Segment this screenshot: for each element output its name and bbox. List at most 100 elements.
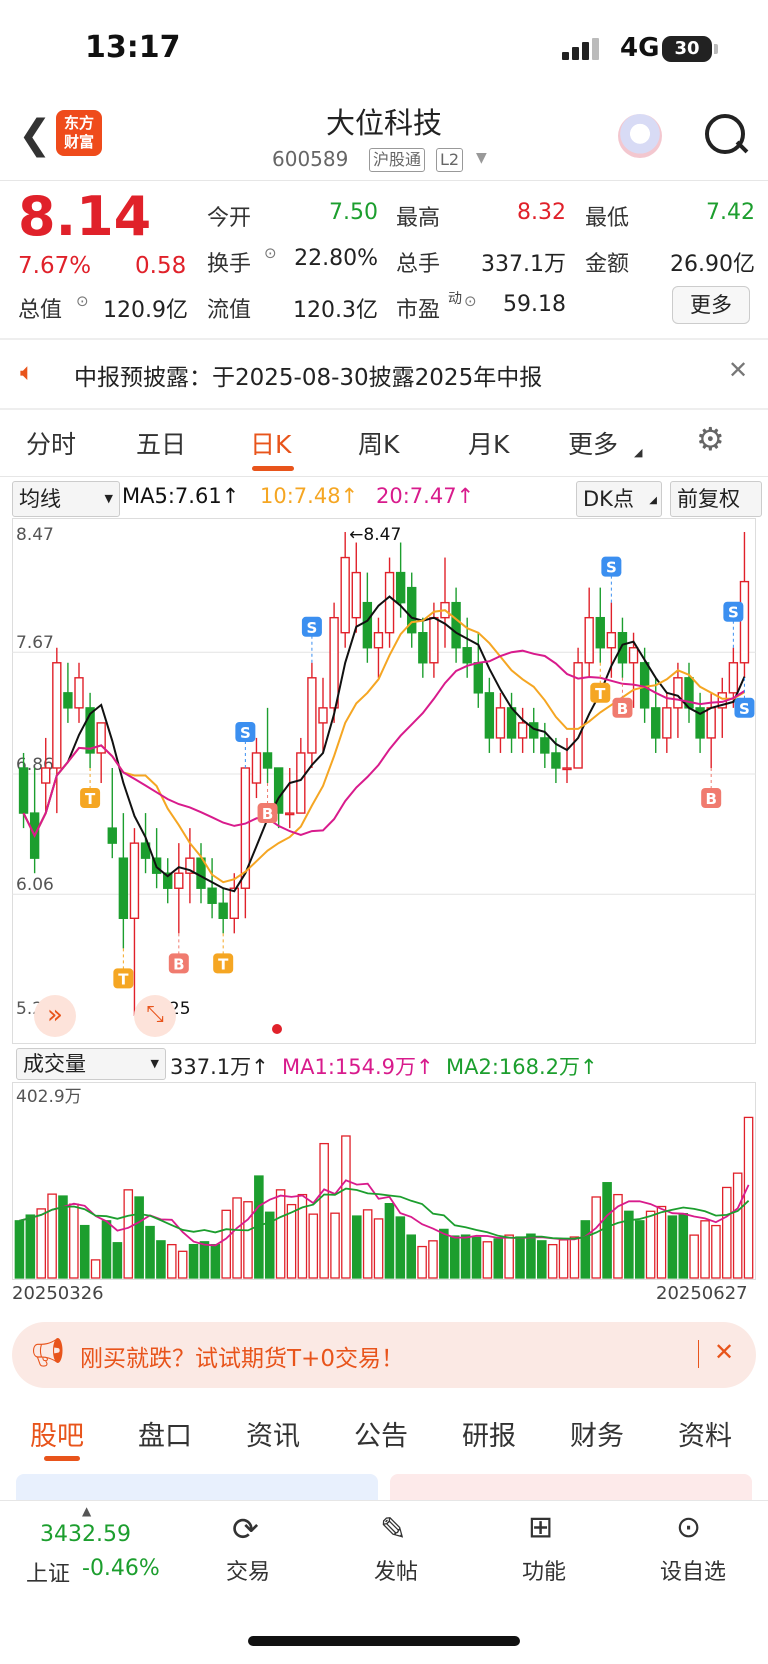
megaphone-icon: 📢︎: [30, 1336, 66, 1369]
search-icon[interactable]: [705, 114, 745, 154]
volume-bar: [428, 1240, 438, 1279]
candle-body: [606, 632, 617, 649]
expand-icon[interactable]: »: [34, 995, 76, 1037]
candle-body: [584, 616, 594, 664]
close-icon[interactable]: ✕: [714, 1338, 734, 1366]
volume-readout: 337.1万↑: [170, 1055, 269, 1079]
turnover-value: 22.80%: [294, 246, 378, 271]
open-label: 今开: [207, 206, 252, 231]
volume-bar: [352, 1215, 362, 1279]
volume-chart[interactable]: 402.9万: [12, 1082, 756, 1280]
fullscreen-icon[interactable]: ⤡: [134, 995, 176, 1037]
candle-body: [617, 632, 628, 664]
tab-weekly-k[interactable]: 周K: [358, 425, 399, 461]
tab-profile[interactable]: 资料: [678, 1414, 732, 1453]
battery-tip: [714, 44, 718, 54]
network-type: 4G: [620, 33, 660, 63]
volume-bar: [319, 1142, 329, 1279]
tab-finance[interactable]: 财务: [570, 1414, 624, 1453]
tab-news[interactable]: 资讯: [246, 1414, 300, 1453]
volume-bar: [678, 1213, 689, 1279]
notice-text[interactable]: 中报预披露：于2025-08-30披露2025年中报: [74, 358, 542, 392]
candle-body: [63, 692, 73, 709]
dk-point-button[interactable]: DK点 ◢: [576, 481, 662, 517]
candle-body: [207, 887, 217, 904]
volume-bar: [25, 1214, 36, 1279]
tab-daily-k[interactable]: 日K: [250, 425, 291, 461]
volume-bar: [569, 1236, 580, 1279]
candle-body: [41, 767, 51, 784]
info-icon[interactable]: ⊙: [464, 292, 477, 310]
assistant-robot-icon[interactable]: [618, 114, 662, 158]
tab-intraday[interactable]: 分时: [26, 425, 76, 461]
candle-body: [662, 707, 672, 739]
signal-label: T: [595, 685, 606, 703]
trade-label[interactable]: 交易: [226, 1554, 270, 1586]
amount-value: 26.90亿: [670, 252, 755, 277]
indicator-select[interactable]: 均线 ▼: [12, 481, 120, 517]
chevron-down-icon[interactable]: ▼: [476, 150, 487, 166]
last-price: 8.14: [18, 185, 152, 248]
trade-icon[interactable]: ⟳: [232, 1510, 259, 1548]
tab-monthly-k[interactable]: 月K: [468, 425, 509, 461]
index-value[interactable]: 3432.59: [40, 1522, 131, 1547]
candle-body: [395, 571, 406, 604]
candle-body: [107, 827, 117, 844]
volume-indicator-select[interactable]: 成交量 ▼: [16, 1048, 166, 1080]
post-label[interactable]: 发帖: [374, 1554, 418, 1586]
speaker-icon: 🔈︎: [20, 358, 35, 386]
tab-guba[interactable]: 股吧: [30, 1414, 84, 1453]
signal-label: B: [262, 805, 273, 823]
volume-bar: [145, 1225, 155, 1279]
more-button[interactable]: 更多: [672, 286, 750, 324]
candle-body: [484, 692, 495, 739]
watchlist-label[interactable]: 设自选: [660, 1554, 726, 1586]
candle-body: [340, 556, 350, 634]
ad-banner-text[interactable]: 刚买就跌？试试期货T+0交易！: [80, 1339, 404, 1373]
volume-bar: [221, 1209, 231, 1279]
function-label[interactable]: 功能: [522, 1554, 566, 1586]
tab-research[interactable]: 研报: [462, 1414, 516, 1453]
candle-body: [728, 662, 739, 694]
tab-pankou[interactable]: 盘口: [138, 1414, 192, 1453]
volume-bar: [580, 1220, 591, 1279]
volume-bar: [210, 1243, 221, 1279]
close-icon[interactable]: ✕: [728, 356, 748, 384]
volume-bar: [373, 1218, 384, 1279]
volume-bar: [47, 1193, 57, 1279]
index-name[interactable]: 上证: [26, 1556, 70, 1588]
candle-body: [628, 647, 639, 664]
volume-bar: [90, 1259, 101, 1279]
volume-bar: [112, 1242, 123, 1279]
ma10-readout: 10:7.48↑: [260, 484, 359, 508]
edit-icon[interactable]: ✎: [380, 1510, 407, 1548]
kline-chart[interactable]: 8.477.676.866.065.25←8.47←5.25TSBTTBSTSB…: [12, 518, 756, 1044]
divider: [0, 408, 768, 410]
event-dot[interactable]: [272, 1024, 282, 1034]
candle-body: [551, 752, 561, 769]
signal-label: B: [705, 790, 716, 808]
info-icon[interactable]: ⊙: [76, 292, 89, 310]
candle-body: [296, 752, 306, 814]
info-icon[interactable]: ⊙: [264, 244, 277, 262]
volume-bar: [395, 1216, 406, 1279]
tab-announcement[interactable]: 公告: [354, 1414, 408, 1453]
low-value: 7.42: [706, 200, 755, 225]
candle-body: [118, 857, 129, 919]
candle-body: [229, 887, 239, 919]
index-change[interactable]: -0.46%: [82, 1556, 160, 1581]
adjust-button[interactable]: 前复权: [670, 481, 762, 517]
volume-bar: [656, 1205, 667, 1279]
tab-more[interactable]: 更多: [568, 425, 618, 461]
home-indicator: [248, 1636, 520, 1646]
volume-bar: [634, 1220, 645, 1279]
gear-icon[interactable]: ⚙: [696, 420, 725, 458]
tab-five-day[interactable]: 五日: [136, 425, 186, 461]
l2-badge: L2: [436, 148, 464, 172]
candle-body: [651, 707, 661, 739]
signal-label: T: [118, 970, 129, 988]
more-circle-icon[interactable]: ⊙: [676, 1510, 701, 1545]
volume-bar: [14, 1220, 25, 1279]
volume-label: 总手: [396, 252, 441, 277]
grid-icon[interactable]: ⊞: [528, 1510, 553, 1545]
